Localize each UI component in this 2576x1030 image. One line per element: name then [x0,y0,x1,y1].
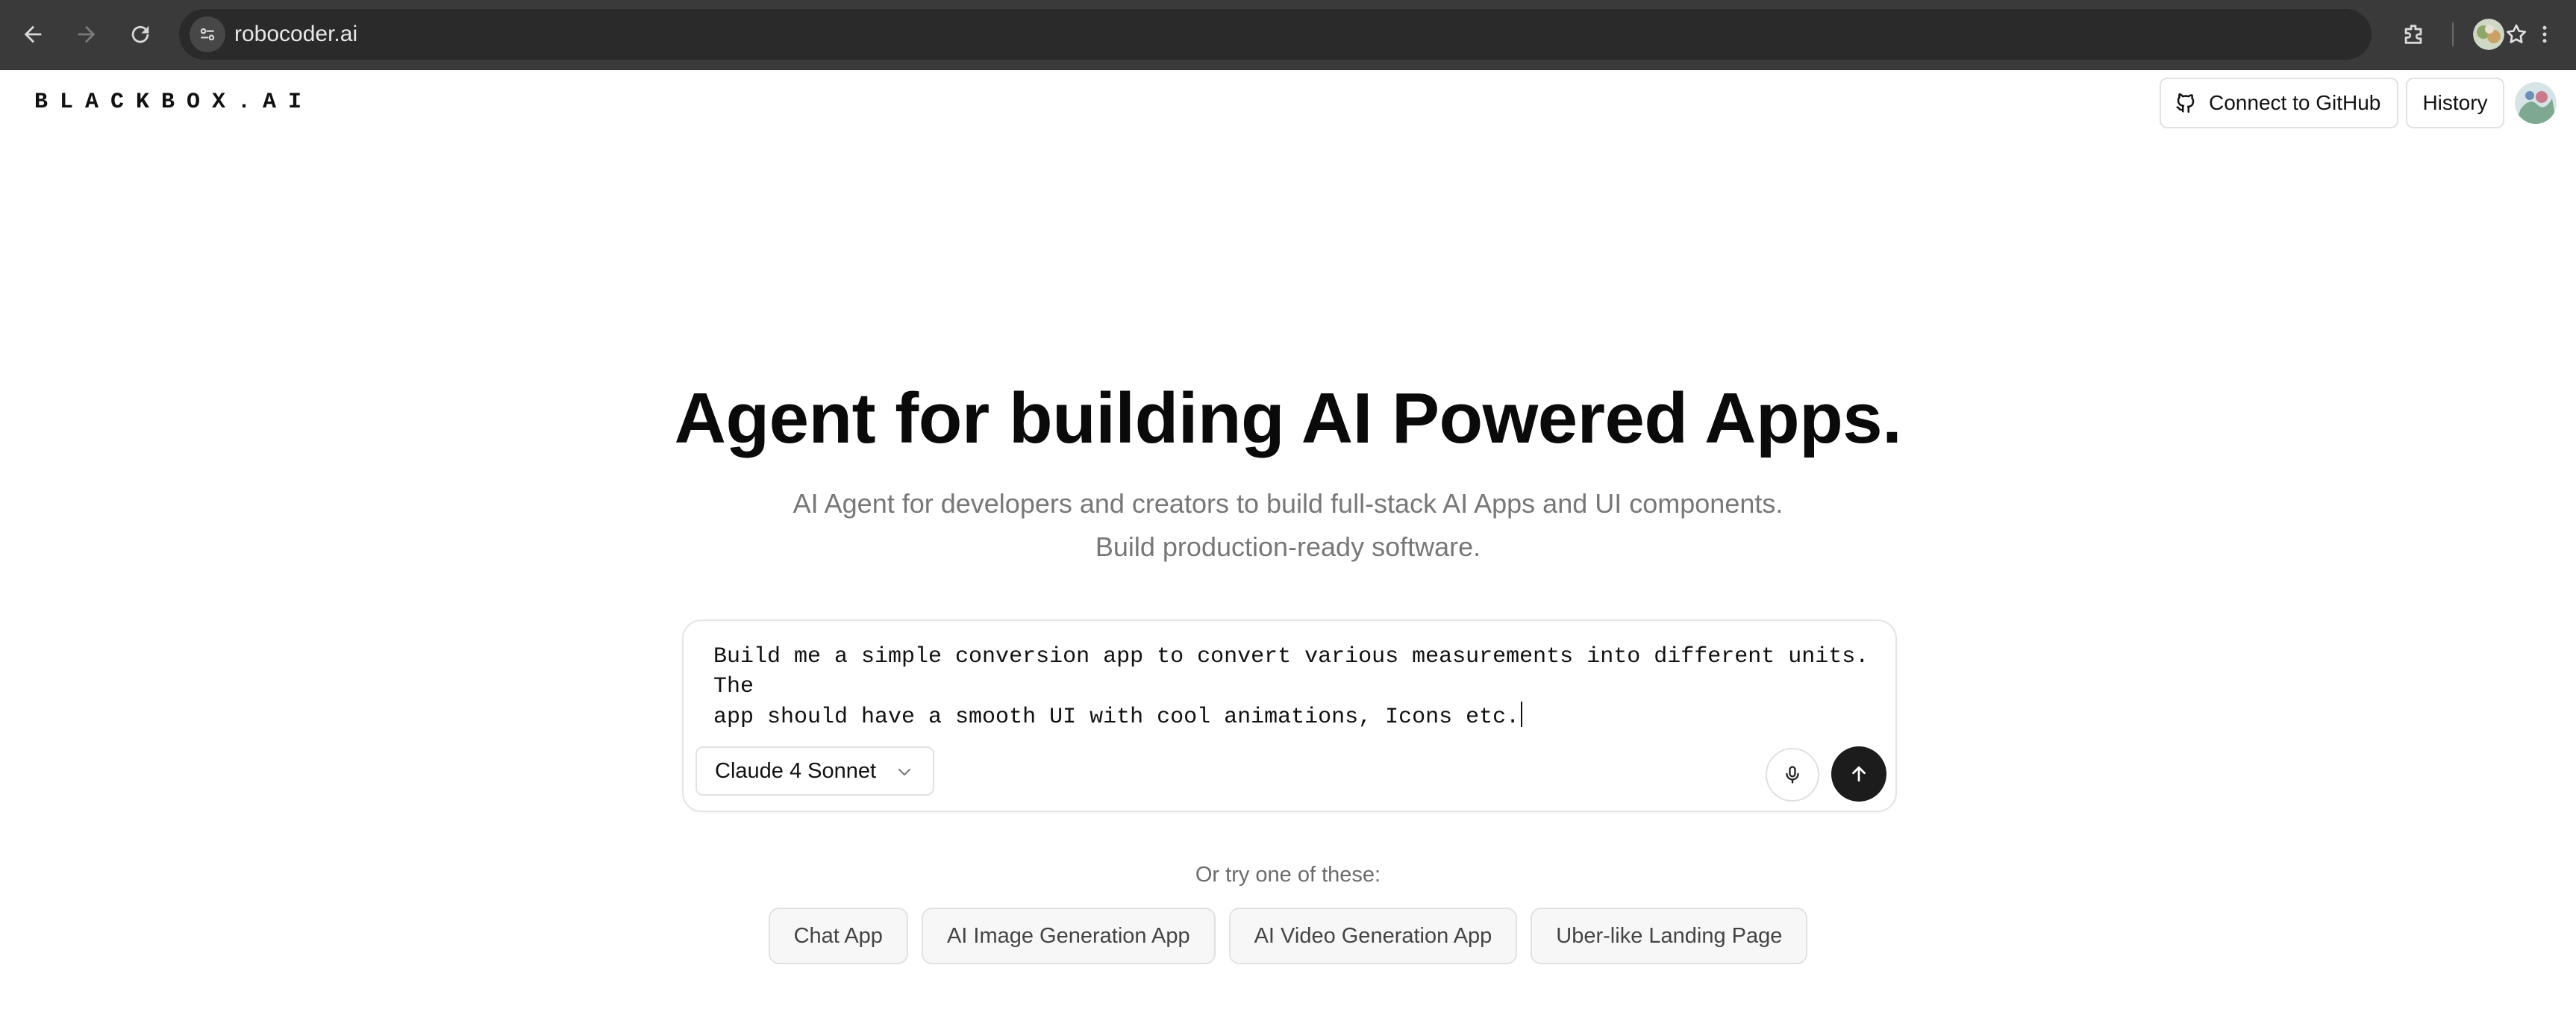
microphone-icon [1786,766,1799,784]
prompt-text-value: Build me a simple conversion app to conv… [713,644,1869,730]
toolbar-divider [2452,22,2454,46]
arrow-up-icon [1852,766,1866,782]
connect-github-label: Connect to GitHub [2209,91,2381,114]
history-button[interactable]: History [2406,78,2504,128]
site-info-icon[interactable] [190,16,225,52]
hero-subtitle-line2: Build production-ready software. [1095,531,1481,562]
url-text[interactable]: robocoder.ai [234,9,357,60]
back-arrow-icon[interactable] [15,16,51,52]
hero-title: Agent for building AI Powered Apps. [674,378,1902,458]
suggestion-chips: Chat App AI Image Generation App AI Vide… [0,908,2576,964]
microphone-button[interactable] [1766,748,1819,802]
github-icon [2176,93,2195,113]
suggestions-label: Or try one of these: [1195,863,1381,887]
chevron-down-icon [898,769,910,775]
user-avatar[interactable] [2515,82,2557,124]
reload-icon[interactable] [122,16,158,52]
model-select[interactable]: Claude 4 Sonnet [695,746,934,796]
profile-avatar[interactable] [2473,19,2504,50]
suggestion-ai-video-generation-app[interactable]: AI Video Generation App [1228,908,1518,964]
prompt-input[interactable]: Build me a simple conversion app to conv… [713,642,1878,732]
hero-subtitle-line1: AI Agent for developers and creators to … [793,488,1783,519]
address-bar[interactable]: robocoder.ai [179,9,2527,60]
model-select-value: Claude 4 Sonnet [715,758,877,783]
suggestion-chat-app[interactable]: Chat App [768,908,908,964]
more-vert-icon[interactable] [2527,16,2563,52]
blackbox-logo[interactable]: BLACKBOX.AI [34,90,313,115]
send-button[interactable] [1831,746,1886,802]
browser-toolbar: robocoder.ai [0,0,2576,70]
connect-github-button[interactable]: Connect to GitHub [2160,78,2398,128]
extensions-icon[interactable] [2395,16,2431,52]
forward-arrow-icon[interactable] [69,16,104,52]
text-cursor [1521,702,1523,727]
prompt-box: Build me a simple conversion app to conv… [682,619,1897,812]
suggestion-uber-landing-page[interactable]: Uber-like Landing Page [1531,908,1808,964]
suggestion-ai-image-generation-app[interactable]: AI Image Generation App [921,908,1216,964]
